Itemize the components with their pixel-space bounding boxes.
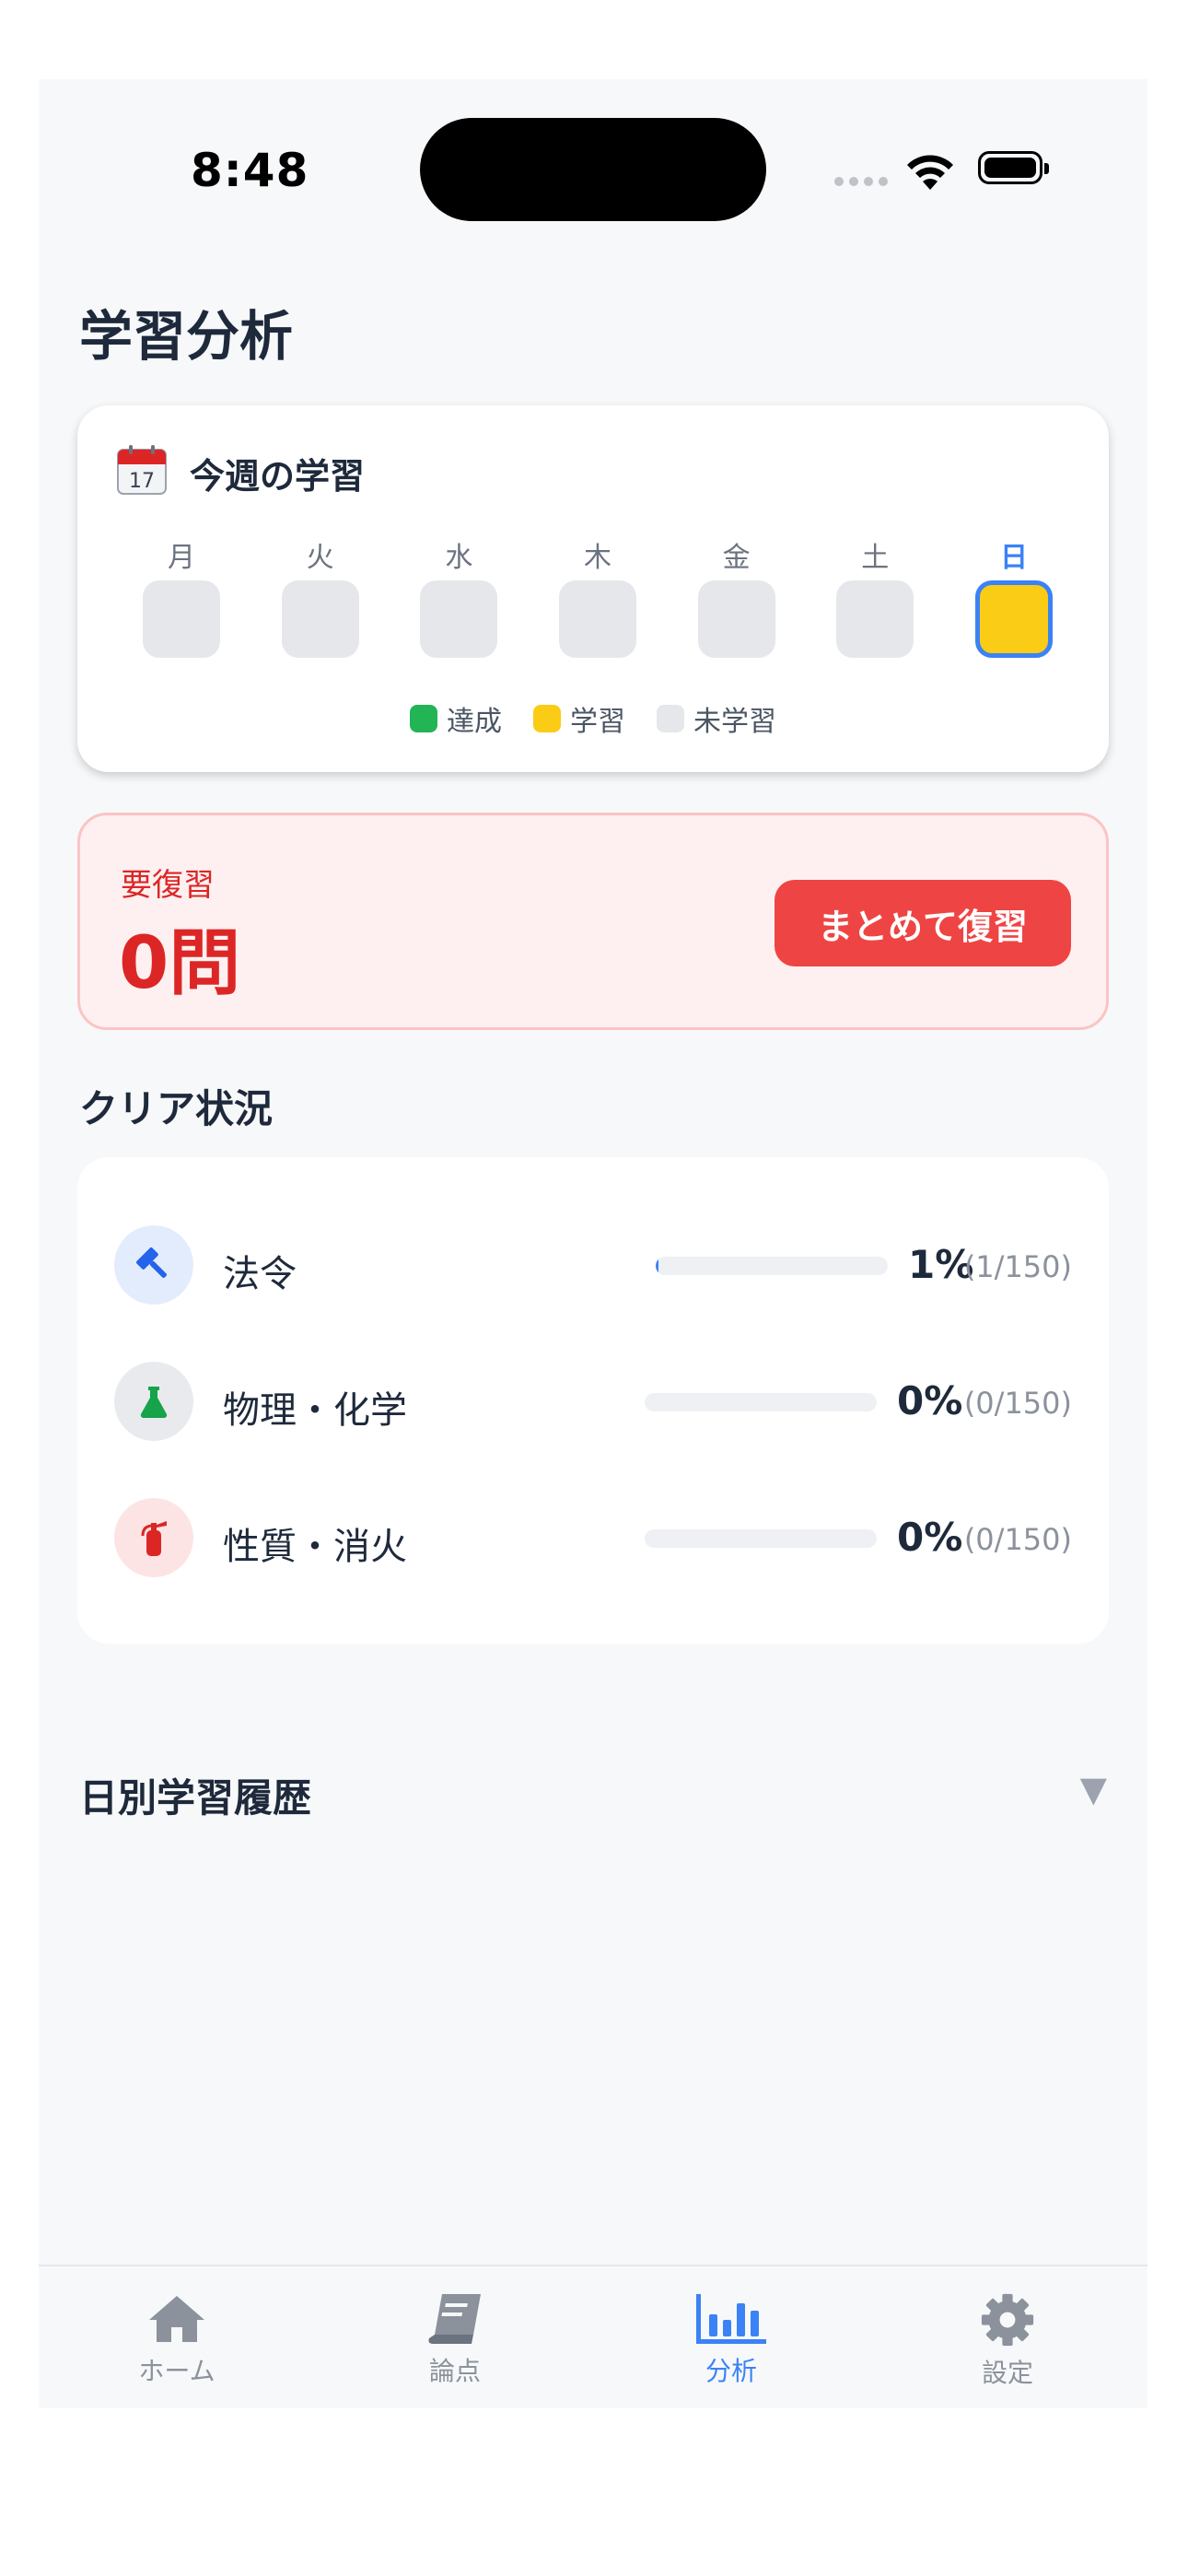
day-label: 火 xyxy=(306,542,334,574)
day-label: 木 xyxy=(583,542,611,574)
day-status-box xyxy=(974,580,1053,658)
cellular-signal-icon xyxy=(834,177,888,186)
day-label: 土 xyxy=(861,542,890,574)
review-needed-label: 要復習 xyxy=(121,867,215,904)
fire-extinguisher-icon xyxy=(114,1498,193,1577)
svg-text:17: 17 xyxy=(129,470,155,493)
legend-swatch xyxy=(533,705,561,732)
tab-home[interactable]: ホーム xyxy=(85,2292,269,2388)
legend-label: 未学習 xyxy=(693,706,776,738)
legend-swatch xyxy=(657,705,684,732)
clear-status-title: クリア状況 xyxy=(79,1086,274,1131)
day-sun-today[interactable]: 日 xyxy=(974,534,1054,658)
home-icon xyxy=(149,2296,204,2342)
book-icon xyxy=(428,2294,481,2344)
day-status-box xyxy=(558,580,636,658)
progress-percent: 0% xyxy=(897,1378,963,1423)
day-mon[interactable]: 月 xyxy=(142,534,221,658)
battery-icon xyxy=(978,151,1049,184)
progress-bar xyxy=(645,1393,877,1411)
tab-label: 論点 xyxy=(428,2356,481,2386)
flask-icon xyxy=(114,1362,193,1441)
tab-label: 設定 xyxy=(981,2358,1033,2388)
tab-label: ホーム xyxy=(138,2356,215,2386)
status-time: 8:48 xyxy=(191,144,309,197)
legend-label: 達成 xyxy=(447,706,502,738)
progress-percent: 0% xyxy=(897,1515,963,1560)
weekly-study-title: 今週の学習 xyxy=(190,456,366,497)
dynamic-island xyxy=(420,118,766,221)
legend-achieved: 達成 xyxy=(410,698,502,739)
legend-not-studied: 未学習 xyxy=(657,698,776,739)
progress-fraction: (1/150) xyxy=(963,1249,1072,1284)
app-screen: 8:48 学習分析 17 今週の学習 月 火 水 木 金 土 日 達成 学習 未… xyxy=(39,79,1147,2408)
tab-settings[interactable]: 設定 xyxy=(915,2292,1100,2390)
day-status-box xyxy=(143,580,220,658)
calendar-icon: 17 xyxy=(117,445,167,495)
progress-bar xyxy=(645,1529,877,1548)
chevron-down-icon[interactable]: ▼ xyxy=(1080,1769,1107,1809)
day-tue[interactable]: 火 xyxy=(281,534,360,658)
day-status-box xyxy=(836,580,914,658)
day-status-box xyxy=(281,580,359,658)
chart-bar-icon xyxy=(696,2294,766,2344)
subject-row-law[interactable]: 法令 1% (1/150) xyxy=(114,1225,1072,1305)
daily-history-title[interactable]: 日別学習履歴 xyxy=(79,1767,311,1823)
day-sat[interactable]: 土 xyxy=(835,534,914,658)
day-wed[interactable]: 水 xyxy=(419,534,498,658)
weekday-row: 月 火 水 木 金 土 日 xyxy=(142,534,1054,658)
review-needed-count: 0問 xyxy=(119,922,241,1005)
clear-status-card: 法令 1% (1/150) 物理・化学 0% (0/150) 性質・消火 0% … xyxy=(77,1157,1109,1644)
weekly-study-card: 17 今週の学習 月 火 水 木 金 土 日 達成 学習 未学習 xyxy=(77,405,1109,772)
tab-topics[interactable]: 論点 xyxy=(363,2292,547,2388)
day-label: 水 xyxy=(445,542,473,574)
day-fri[interactable]: 金 xyxy=(697,534,776,658)
bulk-review-button[interactable]: まとめて復習 xyxy=(775,880,1071,966)
review-needed-card: 要復習 0問 まとめて復習 xyxy=(77,813,1109,1030)
day-label: 日 xyxy=(999,542,1028,574)
day-status-box xyxy=(697,580,775,658)
legend-studied: 学習 xyxy=(533,698,625,739)
gavel-icon xyxy=(114,1225,193,1305)
progress-fill xyxy=(656,1257,658,1275)
page-title: 学習分析 xyxy=(79,305,294,368)
day-thu[interactable]: 木 xyxy=(558,534,637,658)
subject-row-properties-extinguishing[interactable]: 性質・消火 0% (0/150) xyxy=(114,1498,1072,1577)
progress-fraction: (0/150) xyxy=(963,1522,1072,1557)
subject-name: 性質・消火 xyxy=(223,1526,407,1568)
bottom-tab-bar: ホーム 論点 分析 設定 xyxy=(39,2265,1147,2408)
legend-label: 学習 xyxy=(570,706,625,738)
subject-name: 法令 xyxy=(223,1253,297,1295)
legend-swatch xyxy=(410,705,437,732)
day-label: 月 xyxy=(168,542,195,574)
progress-bar xyxy=(656,1257,888,1275)
gear-icon xyxy=(981,2293,1034,2347)
tab-label: 分析 xyxy=(705,2356,757,2386)
day-label: 金 xyxy=(722,542,751,574)
subject-name: 物理・化学 xyxy=(223,1389,407,1432)
day-status-box xyxy=(420,580,498,658)
progress-fraction: (0/150) xyxy=(963,1386,1072,1421)
tab-analysis[interactable]: 分析 xyxy=(639,2292,823,2388)
legend: 達成 学習 未学習 xyxy=(77,698,1109,739)
wifi-icon xyxy=(907,155,953,190)
subject-row-physics-chemistry[interactable]: 物理・化学 0% (0/150) xyxy=(114,1362,1072,1441)
